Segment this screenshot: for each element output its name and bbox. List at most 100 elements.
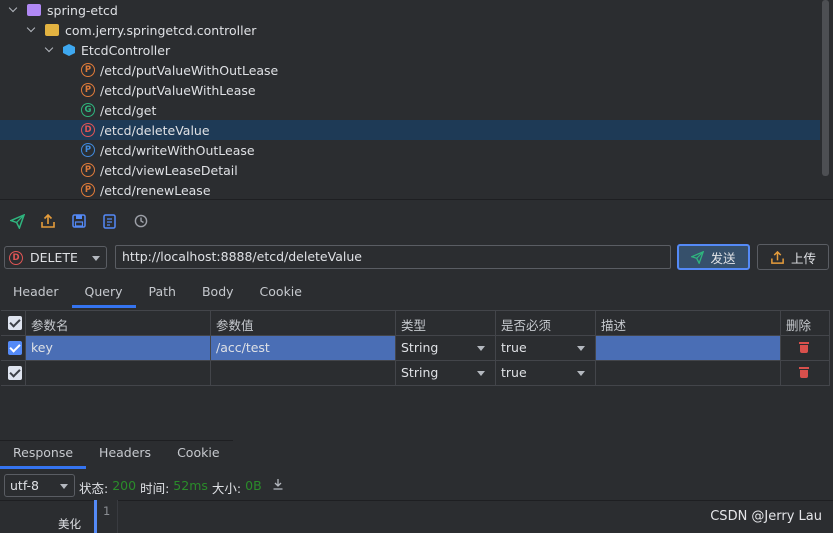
status-label: 状态: xyxy=(79,481,109,496)
post-method-icon: P xyxy=(81,63,95,77)
send-icon xyxy=(691,250,705,264)
post-method-icon: P xyxy=(81,163,95,177)
param-required-select[interactable]: true xyxy=(496,336,596,360)
header-delete: 删除 xyxy=(781,311,830,335)
select-all-checkbox[interactable] xyxy=(8,316,22,330)
param-required-value: true xyxy=(501,365,527,380)
chevron-down-icon xyxy=(577,371,585,376)
chevron-down-icon[interactable] xyxy=(9,5,19,15)
chevron-down-icon xyxy=(477,371,485,376)
tree-node-project[interactable]: spring-etcd xyxy=(0,0,820,20)
tree-node-package[interactable]: com.jerry.springetcd.controller xyxy=(0,20,820,40)
send-button[interactable]: 发送 xyxy=(677,244,750,270)
send-icon[interactable] xyxy=(9,213,25,229)
tree-scrollbar[interactable] xyxy=(822,0,829,176)
table-row[interactable]: key /acc/test String true xyxy=(1,336,830,361)
header-description: 描述 xyxy=(596,311,781,335)
upload-label: 上传 xyxy=(790,250,816,266)
param-type-select[interactable]: String xyxy=(396,336,496,360)
param-type-value: String xyxy=(401,340,439,355)
param-type-value: String xyxy=(401,365,439,380)
send-label: 发送 xyxy=(710,250,736,266)
url-value: http://localhost:8888/etcd/deleteValue xyxy=(122,249,362,264)
delete-method-icon: D xyxy=(81,123,95,137)
param-required-select[interactable]: true xyxy=(496,361,596,385)
tab-cookie[interactable]: Cookie xyxy=(247,280,315,308)
response-tabs: Response Headers Cookie xyxy=(0,440,233,469)
table-row[interactable]: String true xyxy=(1,361,830,386)
param-required-value: true xyxy=(501,340,527,355)
response-status-bar: 状态: 200 时间: 52ms 大小: 0B xyxy=(79,478,284,497)
tree-endpoint[interactable]: P /etcd/writeWithOutLease xyxy=(0,140,820,160)
package-folder-icon xyxy=(45,24,59,36)
line-number: 1 xyxy=(103,504,111,518)
endpoint-path: /etcd/putValueWithOutLease xyxy=(100,62,279,78)
row-checkbox-cell[interactable] xyxy=(1,361,26,385)
size-value: 0B xyxy=(245,478,262,493)
tree-node-controller[interactable]: EtcdController xyxy=(0,40,820,60)
tree-endpoint[interactable]: P /etcd/renewLease xyxy=(0,180,820,200)
export-icon[interactable] xyxy=(40,213,56,229)
tab-body[interactable]: Body xyxy=(189,280,247,308)
class-cube-icon xyxy=(63,44,75,56)
tree-endpoint[interactable]: P /etcd/viewLeaseDetail xyxy=(0,160,820,180)
package-label: com.jerry.springetcd.controller xyxy=(65,22,257,38)
tab-response-cookie[interactable]: Cookie xyxy=(164,441,232,469)
endpoint-path: /etcd/writeWithOutLease xyxy=(100,142,255,158)
save-icon[interactable] xyxy=(71,213,87,229)
request-tabs: Header Query Path Body Cookie xyxy=(0,280,315,308)
response-editor[interactable] xyxy=(0,500,833,533)
param-value-cell[interactable]: /acc/test xyxy=(211,336,396,360)
endpoint-tree: spring-etcd com.jerry.springetcd.control… xyxy=(0,0,820,198)
tree-endpoint[interactable]: P /etcd/putValueWithLease xyxy=(0,80,820,100)
param-name-cell[interactable] xyxy=(26,361,211,385)
params-table: 参数名 参数值 类型 是否必须 描述 删除 key /acc/test Stri… xyxy=(1,310,830,432)
tab-header[interactable]: Header xyxy=(0,280,72,308)
tab-response[interactable]: Response xyxy=(0,441,87,469)
trash-icon[interactable] xyxy=(799,367,809,378)
controller-label: EtcdController xyxy=(81,42,171,58)
tree-endpoint[interactable]: P /etcd/putValueWithOutLease xyxy=(0,60,820,80)
download-icon[interactable] xyxy=(272,478,284,497)
endpoint-path: /etcd/get xyxy=(100,102,157,118)
param-value-cell[interactable] xyxy=(211,361,396,385)
tree-endpoint[interactable]: G /etcd/get xyxy=(0,100,820,120)
chevron-down-icon xyxy=(477,346,485,351)
document-icon[interactable] xyxy=(102,213,118,229)
chevron-down-icon[interactable] xyxy=(27,25,37,35)
row-checkbox[interactable] xyxy=(8,341,22,355)
param-desc-cell[interactable] xyxy=(596,336,781,360)
chevron-down-icon[interactable] xyxy=(45,45,55,55)
upload-button[interactable]: 上传 xyxy=(757,244,829,270)
chevron-down-icon xyxy=(92,256,100,261)
beautify-button[interactable]: 美化 xyxy=(58,516,81,532)
delete-cell[interactable] xyxy=(781,361,830,385)
row-checkbox-cell[interactable] xyxy=(1,336,26,360)
param-name-cell[interactable]: key xyxy=(26,336,211,360)
row-checkbox[interactable] xyxy=(8,366,22,380)
get-method-icon: G xyxy=(81,103,95,117)
header-name: 参数名 xyxy=(26,311,211,335)
time-value: 52ms xyxy=(173,478,208,493)
tab-query[interactable]: Query xyxy=(71,280,136,308)
url-input[interactable]: http://localhost:8888/etcd/deleteValue xyxy=(115,245,671,269)
table-header-row: 参数名 参数值 类型 是否必须 描述 删除 xyxy=(1,311,830,336)
post-method-icon: P xyxy=(81,83,95,97)
tree-endpoint-selected[interactable]: D /etcd/deleteValue xyxy=(0,120,820,140)
delete-cell[interactable] xyxy=(781,336,830,360)
post-method-icon: P xyxy=(81,183,95,197)
param-desc-cell[interactable] xyxy=(596,361,781,385)
encoding-select[interactable]: utf-8 xyxy=(4,474,75,497)
endpoint-path: /etcd/renewLease xyxy=(100,182,211,198)
size-label: 大小: xyxy=(211,481,242,496)
endpoint-path: /etcd/putValueWithLease xyxy=(100,82,256,98)
method-select[interactable]: D DELETE xyxy=(4,246,107,269)
tab-path[interactable]: Path xyxy=(136,280,189,308)
select-all-cell[interactable] xyxy=(1,311,26,335)
status-value: 200 xyxy=(112,478,137,493)
tab-headers[interactable]: Headers xyxy=(86,441,164,469)
method-label: DELETE xyxy=(30,250,78,265)
param-type-select[interactable]: String xyxy=(396,361,496,385)
history-icon[interactable] xyxy=(133,213,149,229)
trash-icon[interactable] xyxy=(799,342,809,353)
